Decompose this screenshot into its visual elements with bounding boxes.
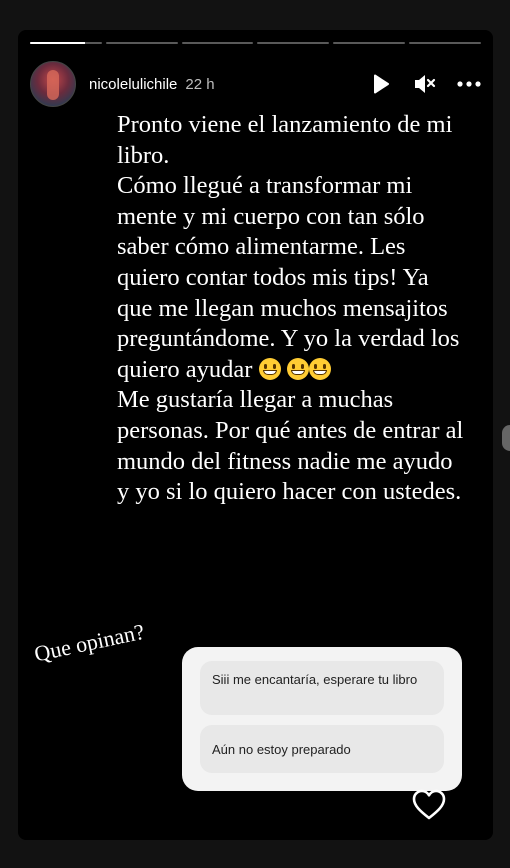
story-header: nicolelulichile 22 h: [30, 60, 481, 108]
progress-segment: [105, 42, 178, 44]
progress-segment: [181, 42, 254, 44]
grinning-face-icon: [308, 357, 331, 380]
play-icon[interactable]: [369, 72, 393, 96]
more-icon[interactable]: [457, 72, 481, 96]
avatar[interactable]: [30, 61, 76, 107]
progress-fill: [30, 42, 86, 44]
story-text: Pronto viene el lanzamiento de mi libro.…: [117, 110, 467, 508]
story-viewer: nicolelulichile 22 h Pronto viene el lan…: [0, 0, 510, 868]
post-time: 22 h: [185, 75, 215, 93]
progress-segment: [333, 42, 406, 44]
poll-sticker: Siii me encantaría, esperare tu libro Aú…: [182, 647, 462, 791]
text-paragraph: Me gustaría llegar a muchas personas. Po…: [117, 386, 464, 506]
question-text: Que opinan?: [32, 618, 147, 667]
story-card: nicolelulichile 22 h Pronto viene el lan…: [18, 30, 493, 840]
poll-option-2[interactable]: Aún no estoy preparado: [200, 725, 444, 773]
text-paragraph: Cómo llegué a transformar mi mente y mi …: [117, 172, 460, 383]
mute-icon[interactable]: [413, 72, 437, 96]
text-paragraph: Pronto viene el lanzamiento de mi libro.: [117, 111, 453, 169]
poll-option-1[interactable]: Siii me encantaría, esperare tu libro: [200, 661, 444, 715]
next-story-handle[interactable]: [502, 425, 510, 451]
progress-segment: [257, 42, 330, 44]
progress-bar: [30, 42, 481, 45]
username[interactable]: nicolelulichile: [89, 76, 177, 93]
grinning-face-icon: [258, 357, 281, 380]
grinning-face-icon: [286, 357, 309, 380]
heart-icon[interactable]: [412, 789, 446, 821]
progress-segment: [30, 42, 102, 44]
progress-segment: [409, 42, 481, 44]
